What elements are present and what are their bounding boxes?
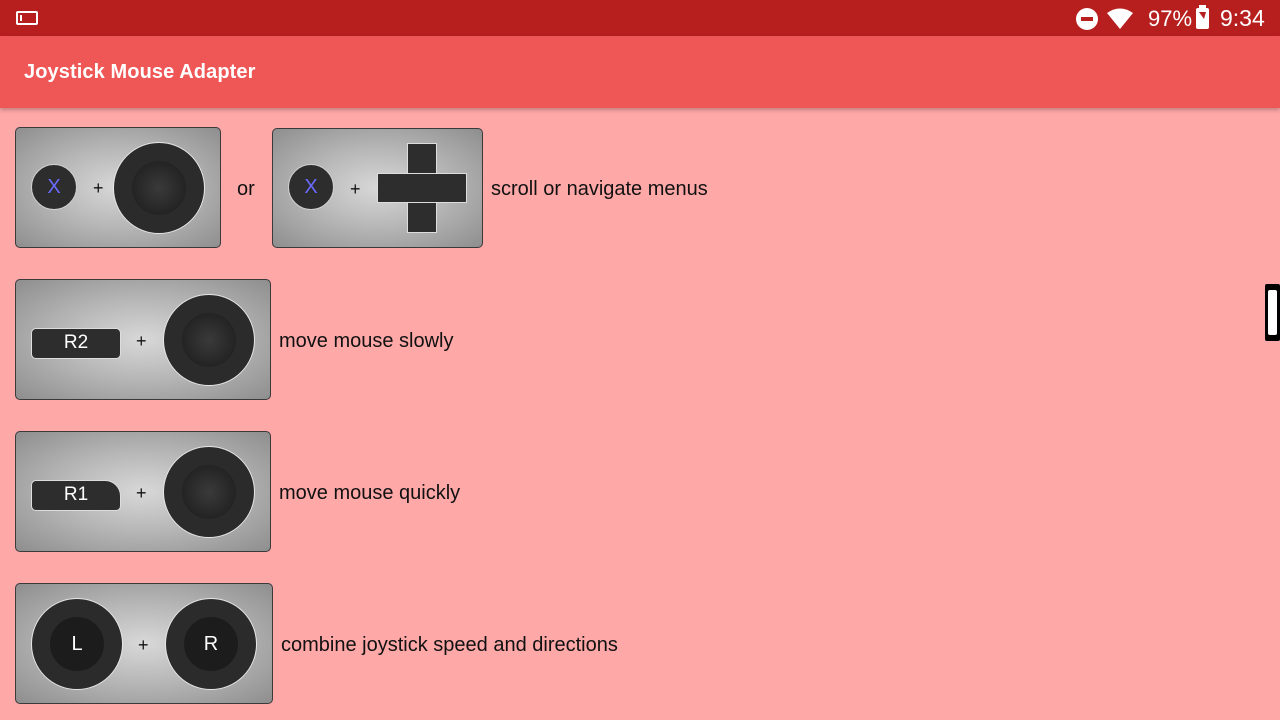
wifi-icon — [1107, 8, 1133, 29]
do-not-disturb-icon — [1076, 8, 1098, 30]
plus-sign: + — [350, 179, 361, 199]
app-bar: Joystick Mouse Adapter — [0, 36, 1280, 108]
row-description: combine joystick speed and directions — [281, 634, 618, 656]
l-plus-r-panel: L + R — [15, 583, 273, 704]
left-joystick-icon: L — [31, 598, 123, 690]
joystick-icon — [113, 142, 205, 234]
scrollbar-track[interactable] — [1265, 108, 1280, 720]
plus-sign: + — [136, 331, 147, 351]
joystick-icon — [163, 446, 255, 538]
battery-charging-icon — [1196, 5, 1209, 29]
r2-button-icon: R2 — [31, 328, 121, 359]
battery-percent: 97% — [1148, 6, 1193, 31]
x-button-icon: X — [288, 164, 334, 210]
row-description: move mouse slowly — [279, 330, 454, 352]
x-plus-dpad-panel: X + — [272, 128, 483, 248]
status-bar: 97% 9:34 — [0, 0, 1280, 36]
app-title: Joystick Mouse Adapter — [24, 61, 256, 83]
row-description: move mouse quickly — [279, 482, 461, 504]
r2-plus-stick-panel: R2 + — [15, 279, 271, 400]
screen-icon — [16, 11, 38, 25]
r1-button-icon: R1 — [31, 480, 121, 511]
dpad-icon — [377, 143, 467, 233]
row-description: scroll or navigate menus — [491, 178, 708, 200]
instructions-list[interactable]: X + or X + scroll or navigate menus R2 +… — [0, 108, 1266, 720]
r1-plus-stick-panel: R1 + — [15, 431, 271, 552]
plus-sign: + — [138, 635, 149, 655]
right-joystick-icon: R — [165, 598, 257, 690]
joystick-icon — [163, 294, 255, 386]
plus-sign: + — [93, 178, 104, 198]
x-plus-stick-panel: X + — [15, 127, 221, 248]
or-label: or — [237, 178, 255, 200]
clock: 9:34 — [1220, 5, 1265, 31]
x-button-icon: X — [31, 164, 77, 210]
plus-sign: + — [136, 483, 147, 503]
scrollbar-thumb[interactable] — [1265, 284, 1280, 341]
